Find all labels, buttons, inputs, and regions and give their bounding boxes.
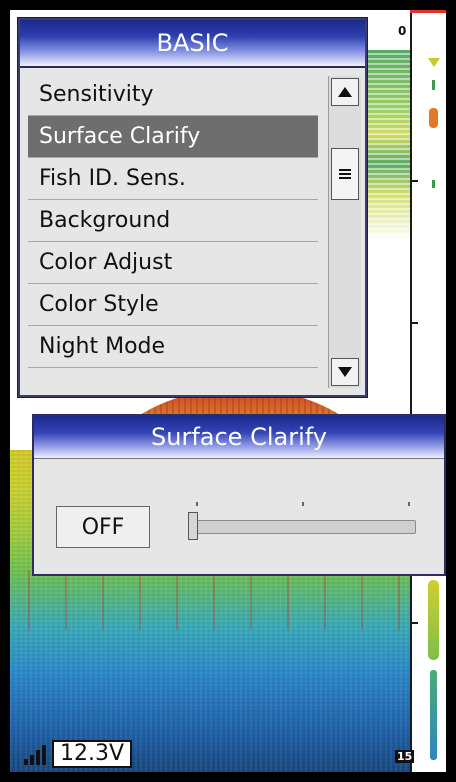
- scroll-thumb[interactable]: [331, 148, 359, 200]
- scroll-down-button[interactable]: [331, 358, 359, 386]
- scroll-up-button[interactable]: [331, 78, 359, 106]
- depth-bottom-label: 15: [395, 750, 415, 763]
- menu-title: BASIC: [20, 20, 365, 68]
- depth-top-label: 0: [398, 24, 407, 38]
- fish-trace: [432, 180, 435, 188]
- depth-tick: [410, 322, 418, 324]
- fish-icon: [428, 58, 440, 67]
- clarify-slider[interactable]: [192, 520, 416, 534]
- status-bar: 12.3V: [24, 740, 133, 768]
- menu-item-sensitivity[interactable]: Sensitivity: [28, 74, 318, 116]
- menu-list: Sensitivity Surface Clarify Fish ID. Sen…: [28, 74, 318, 368]
- menu-item-background[interactable]: Background: [28, 200, 318, 242]
- dialog-title: Surface Clarify: [34, 416, 444, 459]
- sonar-streaks: [10, 570, 410, 630]
- sonar-echo-upper: [366, 50, 410, 240]
- depth-tick: [410, 180, 418, 182]
- menu-item-color-adjust[interactable]: Color Adjust: [28, 242, 318, 284]
- menu-scrollbar[interactable]: [328, 76, 361, 388]
- menu-item-color-style[interactable]: Color Style: [28, 284, 318, 326]
- menu-item-surface-clarify[interactable]: Surface Clarify: [28, 116, 318, 158]
- slider-tick: [408, 502, 410, 506]
- battery-voltage: 12.3V: [52, 740, 133, 768]
- fish-icon: [429, 108, 438, 128]
- slider-tick: [196, 502, 198, 506]
- slider-tick: [302, 502, 304, 506]
- menu-item-fish-id-sens[interactable]: Fish ID. Sens.: [28, 158, 318, 200]
- surface-line: [410, 10, 446, 13]
- fish-trace: [432, 80, 435, 90]
- fish-column-echo: [430, 670, 437, 760]
- basic-menu: BASIC Sensitivity Surface Clarify Fish I…: [18, 18, 367, 397]
- menu-item-night-mode[interactable]: Night Mode: [28, 326, 318, 368]
- fish-id-column: [428, 50, 440, 770]
- fish-column-echo: [428, 580, 439, 660]
- clarify-slider-thumb[interactable]: [188, 512, 198, 540]
- signal-bars-icon: [24, 743, 48, 765]
- depth-tick: [410, 622, 418, 624]
- value-display: OFF: [56, 506, 150, 548]
- sonar-screen: 0 15 BASIC Sensitivity Surface Clarify F…: [10, 10, 446, 772]
- surface-clarify-dialog: Surface Clarify OFF: [32, 414, 446, 576]
- triangle-up-icon: [338, 87, 352, 97]
- grip-icon: [339, 169, 351, 179]
- triangle-down-icon: [338, 367, 352, 377]
